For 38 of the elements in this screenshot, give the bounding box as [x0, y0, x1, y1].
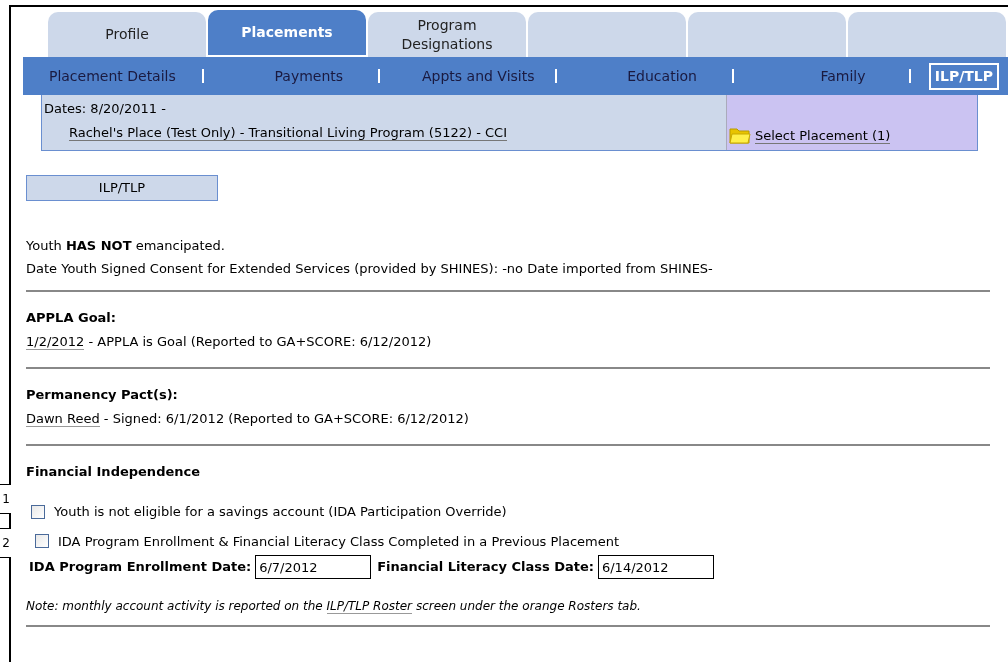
- subnav-link[interactable]: Education: [627, 65, 697, 87]
- note-text: Note: monthly account activity is reported on the ILP/TLP Roster screen under the orange Rosters tab.: [26, 598, 642, 615]
- checkbox-label: Youth is not eligible for a savings account (IDA Participation Override): [54, 503, 507, 521]
- callout-marker: 1: [0, 484, 11, 514]
- field-label: Financial Literacy Class Date:: [377, 558, 594, 577]
- tab[interactable]: [528, 12, 686, 57]
- date-field[interactable]: 6/14/2012: [597, 555, 714, 579]
- subnav-link[interactable]: Appts and Visits: [422, 65, 535, 87]
- emancipation-text: Youth HAS NOT emancipated.: [26, 237, 226, 255]
- tab[interactable]: [848, 12, 1006, 57]
- pact-text: - Signed: 6/1/2012 (Reported to GA+SCORE: 6/12/2012): [102, 411, 469, 426]
- placement-link[interactable]: Rachel's Place (Test Only) - Transitional Living Program (5122) - CCI: [69, 124, 507, 141]
- checkbox-label: IDA Program Enrollment & Financial Literacy Class Completed in a Previous Placement: [58, 532, 620, 551]
- checkbox[interactable]: [35, 534, 49, 549]
- section-header: ILP/TLP: [26, 175, 218, 201]
- date-field[interactable]: 6/7/2012: [255, 555, 372, 579]
- tab[interactable]: Program Designations: [368, 12, 526, 57]
- roster-link[interactable]: ILP/TLP Roster: [326, 599, 413, 614]
- consent-text: Date Youth Signed Consent for Extended Services (provided by SHINES): -no Date imported from SHINES-: [26, 260, 714, 278]
- callout-marker: 2: [0, 528, 11, 558]
- select-placement-link[interactable]: Select Placement (1): [755, 128, 891, 144]
- tab[interactable]: [688, 12, 846, 57]
- checkbox[interactable]: [31, 504, 45, 519]
- date-link[interactable]: 1/2/2012: [26, 334, 85, 350]
- section-heading: APPLA Goal:: [26, 309, 118, 327]
- section-heading: Permanency Pact(s):: [26, 386, 179, 404]
- tab[interactable]: Profile: [48, 12, 206, 57]
- person-link[interactable]: Dawn Reed: [26, 411, 100, 427]
- subnav-link[interactable]: Family: [820, 65, 866, 87]
- subnav-link[interactable]: Placement Details: [48, 65, 176, 87]
- appla-text: - APPLA is Goal (Reported to GA+SCORE: 6/12/2012): [87, 334, 432, 349]
- folder-icon: [729, 126, 751, 144]
- tab[interactable]: Placements: [208, 10, 366, 55]
- subnav-link[interactable]: ILP/TLP: [928, 62, 999, 90]
- subnav-link[interactable]: Payments: [274, 65, 344, 87]
- field-label: IDA Program Enrollment Date:: [29, 558, 252, 577]
- placement-dates: Dates: 8/20/2011 -: [44, 100, 167, 118]
- section-heading: Financial Independence: [26, 463, 202, 481]
